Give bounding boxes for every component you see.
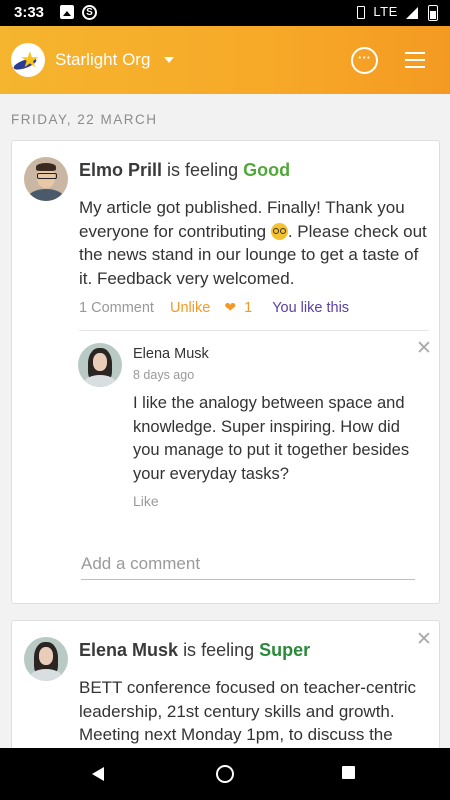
date-header: FRIDAY, 22 MARCH xyxy=(11,112,158,127)
status-time: 3:33 xyxy=(14,4,45,21)
feeling-prefix: is feeling xyxy=(183,640,255,660)
home-icon[interactable] xyxy=(216,765,234,783)
feeling-prefix: is feeling xyxy=(167,160,239,180)
add-comment-input[interactable] xyxy=(81,552,411,576)
sync-icon: S xyxy=(82,5,97,20)
like-count: 1 xyxy=(244,300,253,316)
hamburger-menu-icon[interactable] xyxy=(405,52,425,68)
heart-icon: ❤ xyxy=(224,299,237,315)
comment-author[interactable]: Elena Musk xyxy=(133,346,209,362)
post-header: Elena Musk is feeling Super xyxy=(79,640,310,661)
nerd-face-emoji-icon xyxy=(270,222,288,240)
comments-count-link[interactable]: 1 Comment xyxy=(79,300,154,316)
post-header: Elmo Prill is feeling Good xyxy=(79,160,290,181)
input-underline xyxy=(81,579,415,580)
navigation-bar xyxy=(0,748,450,800)
network-label: LTE xyxy=(373,4,398,19)
post-body: My article got published. Finally! Thank… xyxy=(79,196,429,290)
gallery-icon xyxy=(60,5,74,19)
feeling-value: Good xyxy=(243,160,291,180)
unlike-button[interactable]: Unlike xyxy=(170,300,210,316)
post-actions: 1 Comment Unlike ❤ 1 You like this xyxy=(79,299,349,316)
post-author[interactable]: Elmo Prill xyxy=(79,160,162,180)
feeling-value: Super xyxy=(259,640,311,660)
close-icon[interactable]: ✕ xyxy=(416,630,432,649)
signal-icon xyxy=(405,6,418,19)
vibrate-icon xyxy=(357,6,366,20)
org-name[interactable]: Starlight Org xyxy=(55,50,150,70)
dropdown-caret-icon[interactable] xyxy=(164,57,174,63)
post-author[interactable]: Elena Musk xyxy=(79,640,178,660)
app-bar: ★ Starlight Org ··· xyxy=(0,26,450,94)
avatar[interactable] xyxy=(24,157,68,201)
status-bar: 3:33 S LTE xyxy=(0,0,450,26)
post-card: Elmo Prill is feeling Good My article go… xyxy=(11,140,440,604)
comment-time: 8 days ago xyxy=(133,368,195,382)
divider xyxy=(79,330,429,331)
avatar[interactable] xyxy=(24,637,68,681)
comment-body: I like the analogy between space and kno… xyxy=(133,394,410,483)
org-logo-icon[interactable]: ★ xyxy=(11,43,45,77)
comment-like-button[interactable]: Like xyxy=(133,493,159,509)
you-like-this-link[interactable]: You like this xyxy=(272,300,349,316)
comment-avatar[interactable] xyxy=(78,343,122,387)
recent-apps-icon[interactable] xyxy=(342,766,355,779)
status-right: LTE xyxy=(357,4,438,21)
close-icon[interactable]: ✕ xyxy=(416,339,432,358)
battery-icon xyxy=(428,4,438,21)
back-icon[interactable] xyxy=(92,767,104,781)
star-icon: ★ xyxy=(20,47,40,72)
more-options-button[interactable]: ··· xyxy=(351,47,378,74)
